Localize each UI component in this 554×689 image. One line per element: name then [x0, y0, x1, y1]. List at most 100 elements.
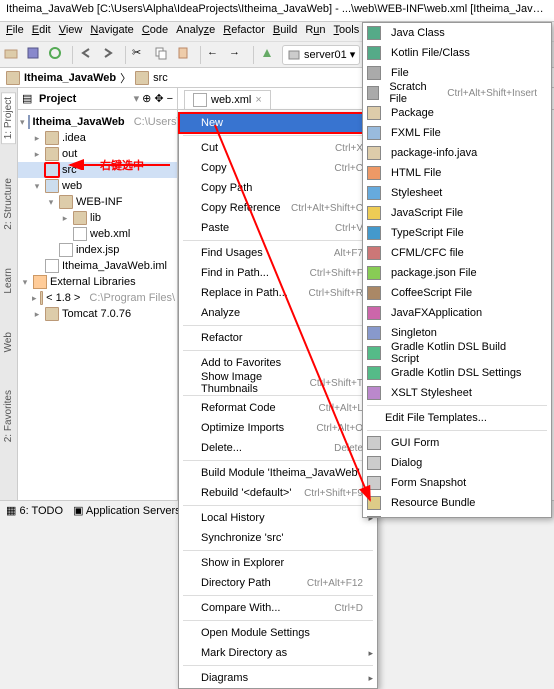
ctx-copy[interactable]: CopyCtrl+C — [179, 158, 377, 178]
tab-structure[interactable]: 2: Structure — [2, 174, 15, 234]
ctx-showthumbs[interactable]: Show Image ThumbnailsCtrl+Shift+T — [179, 373, 377, 393]
menu-code[interactable]: Code — [142, 24, 168, 39]
ctx-copyref[interactable]: Copy ReferenceCtrl+Alt+Shift+C — [179, 198, 377, 218]
open-icon[interactable] — [4, 46, 22, 64]
tree-out[interactable]: ▸out — [18, 146, 177, 162]
new-package[interactable]: Package — [363, 103, 551, 123]
new-html-file[interactable]: HTML File — [363, 163, 551, 183]
ctx-buildmod[interactable]: Build Module 'Itheima_JavaWeb' — [179, 463, 377, 483]
tree-tomcat[interactable]: ▸Tomcat 7.0.76 — [18, 306, 177, 322]
new-singleton[interactable]: Singleton — [363, 323, 551, 343]
copy-icon[interactable] — [154, 46, 172, 64]
hide-icon[interactable]: − — [167, 93, 173, 105]
menu-run[interactable]: Run — [305, 24, 325, 39]
ctx-localhist[interactable]: Local History▸ — [179, 508, 377, 528]
new-javascript-file[interactable]: JavaScript File — [363, 203, 551, 223]
ctx-paste[interactable]: PasteCtrl+V — [179, 218, 377, 238]
ctx-new[interactable]: New▸ — [179, 113, 377, 133]
menu-refactor[interactable]: Refactor — [223, 24, 265, 39]
new-package-json-file[interactable]: package.json File — [363, 263, 551, 283]
close-tab-icon[interactable]: × — [255, 94, 261, 106]
new-resource-bundle[interactable]: Resource Bundle — [363, 493, 551, 513]
tab-favorites[interactable]: 2: Favorites — [2, 386, 15, 446]
ctx-replaceinpath[interactable]: Replace in Path...Ctrl+Shift+R — [179, 283, 377, 303]
cut-icon[interactable]: ✂ — [132, 46, 150, 64]
ctx-showexp[interactable]: Show in Explorer — [179, 553, 377, 573]
menu-tools[interactable]: Tools — [334, 24, 360, 39]
new-scratch-file[interactable]: Scratch FileCtrl+Alt+Shift+Insert — [363, 83, 551, 103]
menu-build[interactable]: Build — [273, 24, 297, 39]
ctx-sync[interactable]: Synchronize 'src' — [179, 528, 377, 548]
ctx-refactor[interactable]: Refactor▸ — [179, 328, 377, 348]
new-gui-form[interactable]: GUI Form — [363, 433, 551, 453]
new-kotlin-file-class[interactable]: Kotlin File/Class — [363, 43, 551, 63]
new-file[interactable]: File — [363, 63, 551, 83]
ctx-compare[interactable]: Compare With...Ctrl+D — [179, 598, 377, 618]
tree-webinf[interactable]: ▾WEB-INF — [18, 194, 177, 210]
ctx-reformat[interactable]: Reformat CodeCtrl+Alt+L — [179, 398, 377, 418]
ctx-analyze[interactable]: Analyze▸ — [179, 303, 377, 323]
tree-root[interactable]: ▾Itheima_JavaWeb C:\Users\A — [18, 114, 177, 130]
redo-icon[interactable] — [101, 46, 119, 64]
menu-file[interactable]: File — [6, 24, 24, 39]
save-icon[interactable] — [26, 46, 44, 64]
breadcrumb-root[interactable]: Itheima_JavaWeb — [24, 72, 116, 84]
new-edit-file-templates-[interactable]: Edit File Templates... — [363, 408, 551, 428]
ctx-dirpath[interactable]: Directory PathCtrl+Alt+F12 — [179, 573, 377, 593]
tree-indexjsp[interactable]: index.jsp — [18, 242, 177, 258]
tree-iml[interactable]: Itheima_JavaWeb.iml — [18, 258, 177, 274]
collapse-icon[interactable]: ⊕ — [142, 92, 151, 105]
tab-project[interactable]: 1: Project — [1, 92, 16, 144]
paste-icon[interactable] — [176, 46, 194, 64]
menu-analyze[interactable]: Analyze — [176, 24, 215, 39]
run-config-select[interactable]: server01 ▾ — [282, 45, 360, 65]
ctx-markdir[interactable]: Mark Directory as▸ — [179, 643, 377, 663]
refresh-icon[interactable] — [48, 46, 66, 64]
new-gradle-kotlin-dsl-settings[interactable]: Gradle Kotlin DSL Settings — [363, 363, 551, 383]
status-todo[interactable]: ▦ 6: TODO — [6, 504, 63, 517]
ctx-rebuild[interactable]: Rebuild '<default>'Ctrl+Shift+F9 — [179, 483, 377, 503]
ctx-findinpath[interactable]: Find in Path...Ctrl+Shift+F — [179, 263, 377, 283]
new-form-snapshot[interactable]: Form Snapshot — [363, 473, 551, 493]
tree-web[interactable]: ▾web — [18, 178, 177, 194]
menu-view[interactable]: View — [59, 24, 83, 39]
new-gradle-kotlin-dsl-build-script[interactable]: Gradle Kotlin DSL Build Script — [363, 343, 551, 363]
new-xml-configuration-file[interactable]: XML Configuration File▸ — [363, 513, 551, 518]
new-package-info-java[interactable]: package-info.java — [363, 143, 551, 163]
editor-tab-webxml[interactable]: web.xml × — [184, 90, 271, 109]
new-stylesheet[interactable]: Stylesheet — [363, 183, 551, 203]
tab-learn[interactable]: Learn — [2, 264, 15, 298]
forward-icon[interactable]: → — [229, 46, 247, 64]
tree-lib[interactable]: ▸lib — [18, 210, 177, 226]
ctx-cut[interactable]: CutCtrl+X — [179, 138, 377, 158]
tab-web[interactable]: Web — [2, 328, 15, 356]
breadcrumb-src[interactable]: src — [153, 72, 168, 84]
ctx-findusages[interactable]: Find UsagesAlt+F7 — [179, 243, 377, 263]
gear-icon[interactable]: ✥ — [154, 92, 163, 105]
new-xslt-stylesheet[interactable]: XSLT Stylesheet — [363, 383, 551, 403]
menu-edit[interactable]: Edit — [32, 24, 51, 39]
undo-icon[interactable] — [79, 46, 97, 64]
build-icon[interactable] — [260, 46, 278, 64]
back-icon[interactable]: ← — [207, 46, 225, 64]
ctx-addfav[interactable]: Add to Favorites▸ — [179, 353, 377, 373]
tree-extlib[interactable]: ▾External Libraries — [18, 274, 177, 290]
ctx-openmod[interactable]: Open Module Settings — [179, 623, 377, 643]
tree-webxml[interactable]: web.xml — [18, 226, 177, 242]
ctx-delete[interactable]: Delete...Delete — [179, 438, 377, 458]
tree-jdk[interactable]: ▸< 1.8 > C:\Program Files\ — [18, 290, 177, 306]
new-cfml-cfc-file[interactable]: CFML/CFC file — [363, 243, 551, 263]
menu-navigate[interactable]: Navigate — [90, 24, 133, 39]
new-java-class[interactable]: Java Class — [363, 23, 551, 43]
ctx-optimize[interactable]: Optimize ImportsCtrl+Alt+O — [179, 418, 377, 438]
tree-src[interactable]: src — [18, 162, 177, 178]
status-appservers[interactable]: ▣ Application Servers — [73, 504, 181, 517]
ctx-diagrams[interactable]: Diagrams▸ — [179, 668, 377, 688]
new-dialog[interactable]: Dialog — [363, 453, 551, 473]
ctx-copypath[interactable]: Copy Path — [179, 178, 377, 198]
new-coffeescript-file[interactable]: CoffeeScript File — [363, 283, 551, 303]
new-typescript-file[interactable]: TypeScript File — [363, 223, 551, 243]
new-fxml-file[interactable]: FXML File — [363, 123, 551, 143]
new-javafxapplication[interactable]: JavaFXApplication — [363, 303, 551, 323]
tree-idea[interactable]: ▸.idea — [18, 130, 177, 146]
